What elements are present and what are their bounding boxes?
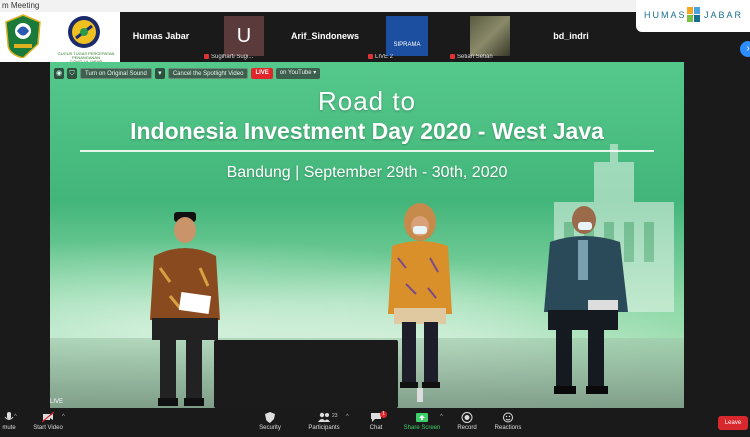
shield-icon: [265, 412, 275, 423]
participant-caption: LIVE 2: [368, 53, 393, 60]
jabar-emblem-icon: [5, 14, 41, 58]
participant-tile[interactable]: U Sugiharti Sugi...: [202, 12, 284, 62]
chevron-right-icon[interactable]: ›: [740, 41, 750, 57]
stage-subtitle: Bandung | September 29th - 30th, 2020: [226, 164, 508, 181]
participants-label: Participants: [308, 425, 340, 431]
muted-mic-icon: [204, 53, 209, 59]
start-video-label: Start Video: [33, 425, 63, 431]
video-options-caret-icon[interactable]: ^: [62, 414, 65, 420]
sponsor-logos: GUGUS TUGAS PERCEPATAN PENANGANAN COVID-…: [0, 12, 120, 64]
muted-mic-icon: [368, 53, 373, 59]
brand-humas-text: HUMAS: [644, 10, 687, 20]
participants-count: 23: [332, 413, 338, 419]
share-screen-label: Share Screen: [403, 425, 441, 431]
speaker-right: [544, 206, 628, 394]
reactions-label: Reactions: [494, 425, 522, 431]
zoom-meeting-window: m Meeting GUGUS TUGAS PERCEPATAN PENANGA…: [0, 0, 750, 437]
participant-tile[interactable]: Humas Jabar: [120, 12, 202, 62]
participants-icon: [318, 412, 330, 422]
participant-caption: Setian Setian: [450, 53, 493, 60]
meeting-controls: mute ^ Start Video ^ Security Participan…: [0, 408, 750, 437]
title-underline: [80, 150, 654, 152]
live-badge: LIVE: [251, 68, 273, 79]
camera-icon[interactable]: ◉: [54, 68, 64, 79]
avatar: U: [224, 16, 264, 56]
stage-monitor: [214, 340, 398, 408]
participant-name: Humas Jabar: [132, 31, 190, 41]
shield-icon[interactable]: ⛉: [67, 68, 77, 79]
share-screen-icon: [416, 413, 428, 422]
humas-jabar-branding: HUMAS JABAR: [636, 0, 750, 32]
avatar: SIPRAMA: [386, 16, 428, 56]
cancel-spotlight-button[interactable]: Cancel the Spotlight Video: [167, 68, 249, 79]
stage-title-line-1: Road to: [317, 86, 417, 116]
share-options-caret-icon[interactable]: ^: [440, 414, 443, 420]
participant-tile[interactable]: Arif_Sindonews: [284, 12, 366, 62]
participants-button[interactable]: Participants: [304, 412, 344, 431]
avatar: [470, 16, 510, 56]
record-icon: [461, 412, 473, 423]
window-title: m Meeting: [2, 1, 40, 10]
stream-live-indicator: LIVE: [50, 399, 64, 405]
covid-task-force-logo-icon: [68, 16, 100, 48]
video-toolbar: ◉ ⛉ Turn on Original Sound ▾ Cancel the …: [54, 68, 321, 80]
humas-jabar-logo-icon: [687, 7, 700, 22]
video-off-icon: [42, 412, 54, 423]
participant-gallery-strip: Humas Jabar U Sugiharti Sugi... Arif_Sin…: [120, 12, 750, 62]
participant-tile[interactable]: SIPRAMA LIVE 2: [366, 12, 448, 62]
security-button[interactable]: Security: [254, 412, 286, 431]
start-video-button[interactable]: Start Video: [30, 412, 66, 431]
chat-unread-badge: 1: [380, 411, 387, 418]
record-label: Record: [457, 425, 477, 431]
participant-tile[interactable]: Setian Setian: [448, 12, 530, 62]
reactions-button[interactable]: Reactions: [492, 412, 524, 431]
participant-name: Arif_Sindonews: [290, 31, 359, 41]
original-sound-button[interactable]: Turn on Original Sound: [80, 68, 152, 79]
smiley-plus-icon: [503, 412, 513, 423]
share-screen-button[interactable]: Share Screen: [402, 412, 442, 431]
record-button[interactable]: Record: [455, 412, 479, 431]
audio-options-caret-icon[interactable]: ^: [14, 414, 17, 420]
brand-jabar-text: JABAR: [704, 10, 744, 20]
participants-options-caret-icon[interactable]: ^: [346, 414, 349, 420]
security-label: Security: [259, 425, 281, 431]
muted-mic-icon: [450, 53, 455, 59]
youtube-live-dropdown[interactable]: on YouTube ▾: [275, 68, 321, 79]
chevron-down-icon[interactable]: ▾: [154, 68, 165, 79]
participant-tile[interactable]: bd_indri: [530, 12, 612, 62]
spotlight-video[interactable]: ◉ ⛉ Turn on Original Sound ▾ Cancel the …: [50, 62, 684, 408]
leave-button[interactable]: Leave: [718, 416, 748, 430]
stage-title-line-2: Indonesia Investment Day 2020 - West Jav…: [130, 118, 604, 144]
participant-name: bd_indri: [553, 31, 589, 41]
mute-label: mute: [2, 425, 16, 431]
chat-label: Chat: [369, 425, 383, 431]
participant-caption: Sugiharti Sugi...: [204, 53, 253, 60]
